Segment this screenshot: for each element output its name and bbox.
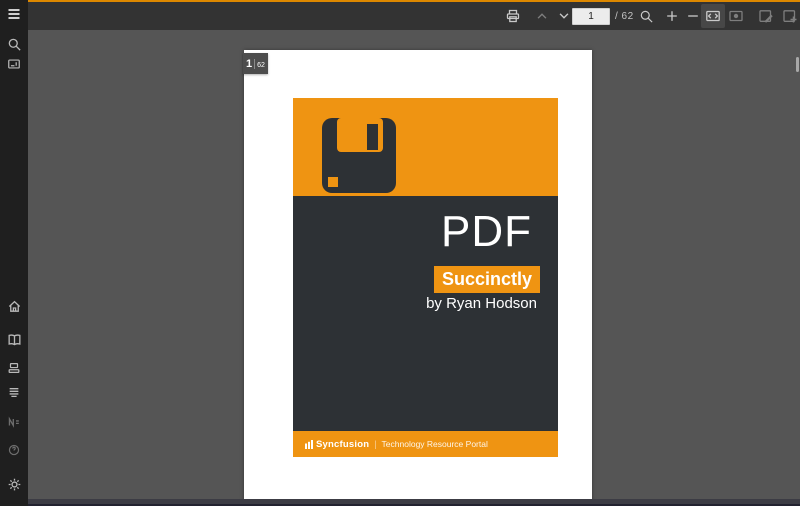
cover-body: PDF Succinctly by Ryan Hodson: [293, 196, 558, 431]
publisher-name: Syncfusion: [316, 439, 369, 450]
annotation-edit-icon[interactable]: [754, 4, 778, 28]
main-area: / 62: [28, 0, 800, 506]
book-cover: PDF Succinctly by Ryan Hodson Syncfusion: [293, 98, 558, 457]
help-icon[interactable]: [2, 438, 26, 462]
viewer-canvas[interactable]: PDF Succinctly by Ryan Hodson Syncfusion: [28, 30, 800, 506]
fit-page-icon[interactable]: [701, 4, 725, 28]
page-number-input[interactable]: [572, 8, 610, 25]
demos-icon[interactable]: [2, 356, 26, 380]
menu-icon[interactable]: [2, 2, 26, 26]
print-icon[interactable]: [501, 4, 525, 28]
page-indicator-current: 1: [246, 58, 252, 70]
floppy-disk-icon: [322, 118, 396, 193]
book-title: PDF: [441, 210, 532, 254]
docs-book-icon[interactable]: [2, 327, 26, 351]
author-byline: by Ryan Hodson: [426, 295, 537, 312]
home-icon[interactable]: [2, 294, 26, 318]
vertical-scrollbar-thumb[interactable]: [796, 57, 799, 72]
pdf-toolbar: / 62: [28, 0, 800, 30]
cover-footer-band: Syncfusion | Technology Resource Portal: [293, 431, 558, 457]
syncfusion-logo-icon: [305, 440, 314, 449]
cover-top-band: [293, 98, 558, 196]
bottom-edge-strip: [28, 499, 800, 506]
pdf-page-1: PDF Succinctly by Ryan Hodson Syncfusion: [244, 50, 592, 506]
previous-page-icon[interactable]: [530, 4, 554, 28]
page-indicator-total: 62: [257, 62, 265, 69]
marquee-zoom-icon[interactable]: [724, 4, 748, 28]
publisher-logo: Syncfusion | Technology Resource Portal: [305, 439, 488, 450]
thumbnails-panel-icon[interactable]: [2, 52, 26, 76]
pdf-viewer-app: / 62: [0, 0, 800, 506]
list-icon[interactable]: [2, 380, 26, 404]
publisher-tagline: Technology Resource Portal: [382, 439, 488, 449]
logo-divider: |: [374, 439, 376, 449]
series-badge: Succinctly: [434, 266, 540, 293]
search-icon[interactable]: [634, 4, 658, 28]
left-sidebar: [0, 0, 28, 506]
page-count-label: / 62: [615, 2, 634, 30]
npm-icon[interactable]: [2, 410, 26, 434]
add-note-icon[interactable]: [778, 4, 800, 28]
settings-icon[interactable]: [2, 472, 26, 496]
page-indicator-divider: [254, 59, 255, 69]
page-indicator: 1 62: [243, 53, 268, 74]
